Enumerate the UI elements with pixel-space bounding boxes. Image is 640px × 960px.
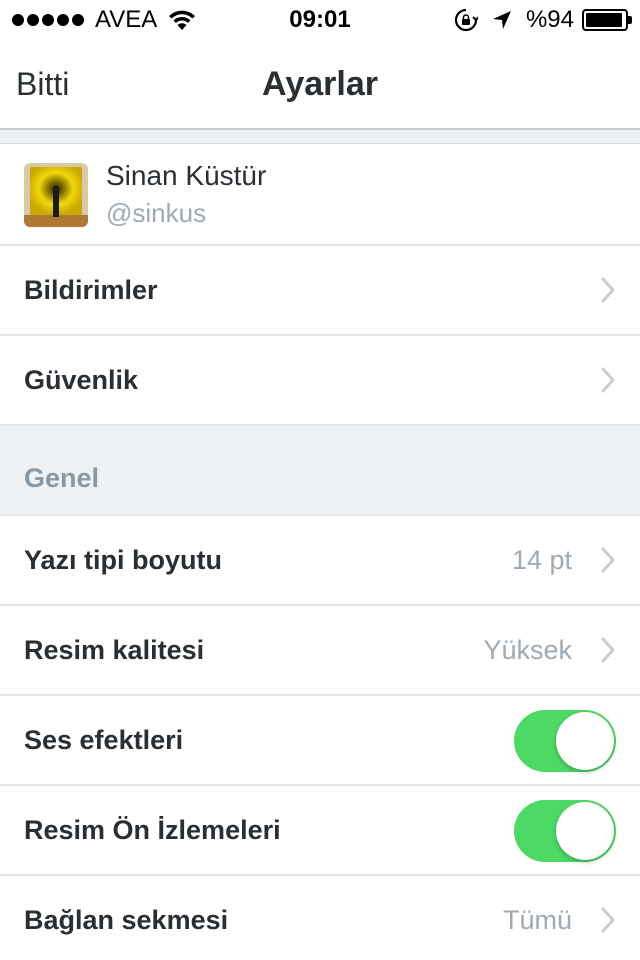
- row-label: Bildirimler: [24, 275, 158, 305]
- security-row[interactable]: Güvenlik: [0, 336, 640, 426]
- row-value: Tümü: [502, 905, 572, 935]
- row-label: Bağlan sekmesi: [24, 905, 229, 935]
- toggle-knob: [556, 712, 614, 770]
- notifications-row[interactable]: Bildirimler: [0, 246, 640, 336]
- row-label: Resim kalitesi: [24, 635, 205, 665]
- avatar: [24, 163, 88, 227]
- chevron-right-icon: [601, 547, 615, 573]
- row-label: Güvenlik: [24, 365, 139, 395]
- navigation-bar: Bitti Ayarlar: [0, 40, 640, 128]
- row-value: Yüksek: [483, 635, 572, 665]
- profile-name: Sinan Küstür: [106, 160, 267, 191]
- connect-tab-row[interactable]: Bağlan sekmesi Tümü: [0, 876, 640, 960]
- sound-effects-toggle[interactable]: [514, 710, 616, 772]
- sound-effects-row: Ses efektleri: [0, 696, 640, 786]
- chevron-right-icon: [601, 637, 615, 663]
- page-title: Ayarlar: [262, 65, 378, 103]
- section-spacer: [0, 130, 640, 144]
- done-button[interactable]: Bitti: [16, 40, 69, 128]
- row-label: Ses efektleri: [24, 725, 184, 755]
- section-header-label: Genel: [24, 463, 100, 493]
- profile-handle: @sinkus: [106, 198, 207, 228]
- status-bar: AVEA 09:01 %94: [0, 0, 640, 40]
- status-bar-right: %94: [454, 0, 632, 40]
- image-quality-row[interactable]: Resim kalitesi Yüksek: [0, 606, 640, 696]
- row-label: Resim Ön İzlemeleri: [24, 815, 281, 845]
- row-label: Yazı tipi boyutu: [24, 545, 223, 575]
- profile-row[interactable]: Sinan Küstür @sinkus: [0, 144, 640, 246]
- section-header-general: Genel: [0, 426, 640, 516]
- battery-percent: %94: [525, 6, 574, 33]
- chevron-right-icon: [601, 367, 615, 393]
- settings-list: Sinan Küstür @sinkus Bildirimler Güvenli…: [0, 144, 640, 960]
- row-value: 14 pt: [511, 545, 572, 575]
- chevron-right-icon: [601, 907, 615, 933]
- battery-icon: [582, 9, 632, 31]
- rotation-lock-icon: [454, 8, 478, 32]
- chevron-right-icon: [601, 277, 615, 303]
- image-previews-toggle[interactable]: [514, 800, 616, 862]
- font-size-row[interactable]: Yazı tipi boyutu 14 pt: [0, 516, 640, 606]
- location-arrow-icon: [492, 11, 511, 29]
- toggle-knob: [556, 802, 614, 860]
- image-previews-row: Resim Ön İzlemeleri: [0, 786, 640, 876]
